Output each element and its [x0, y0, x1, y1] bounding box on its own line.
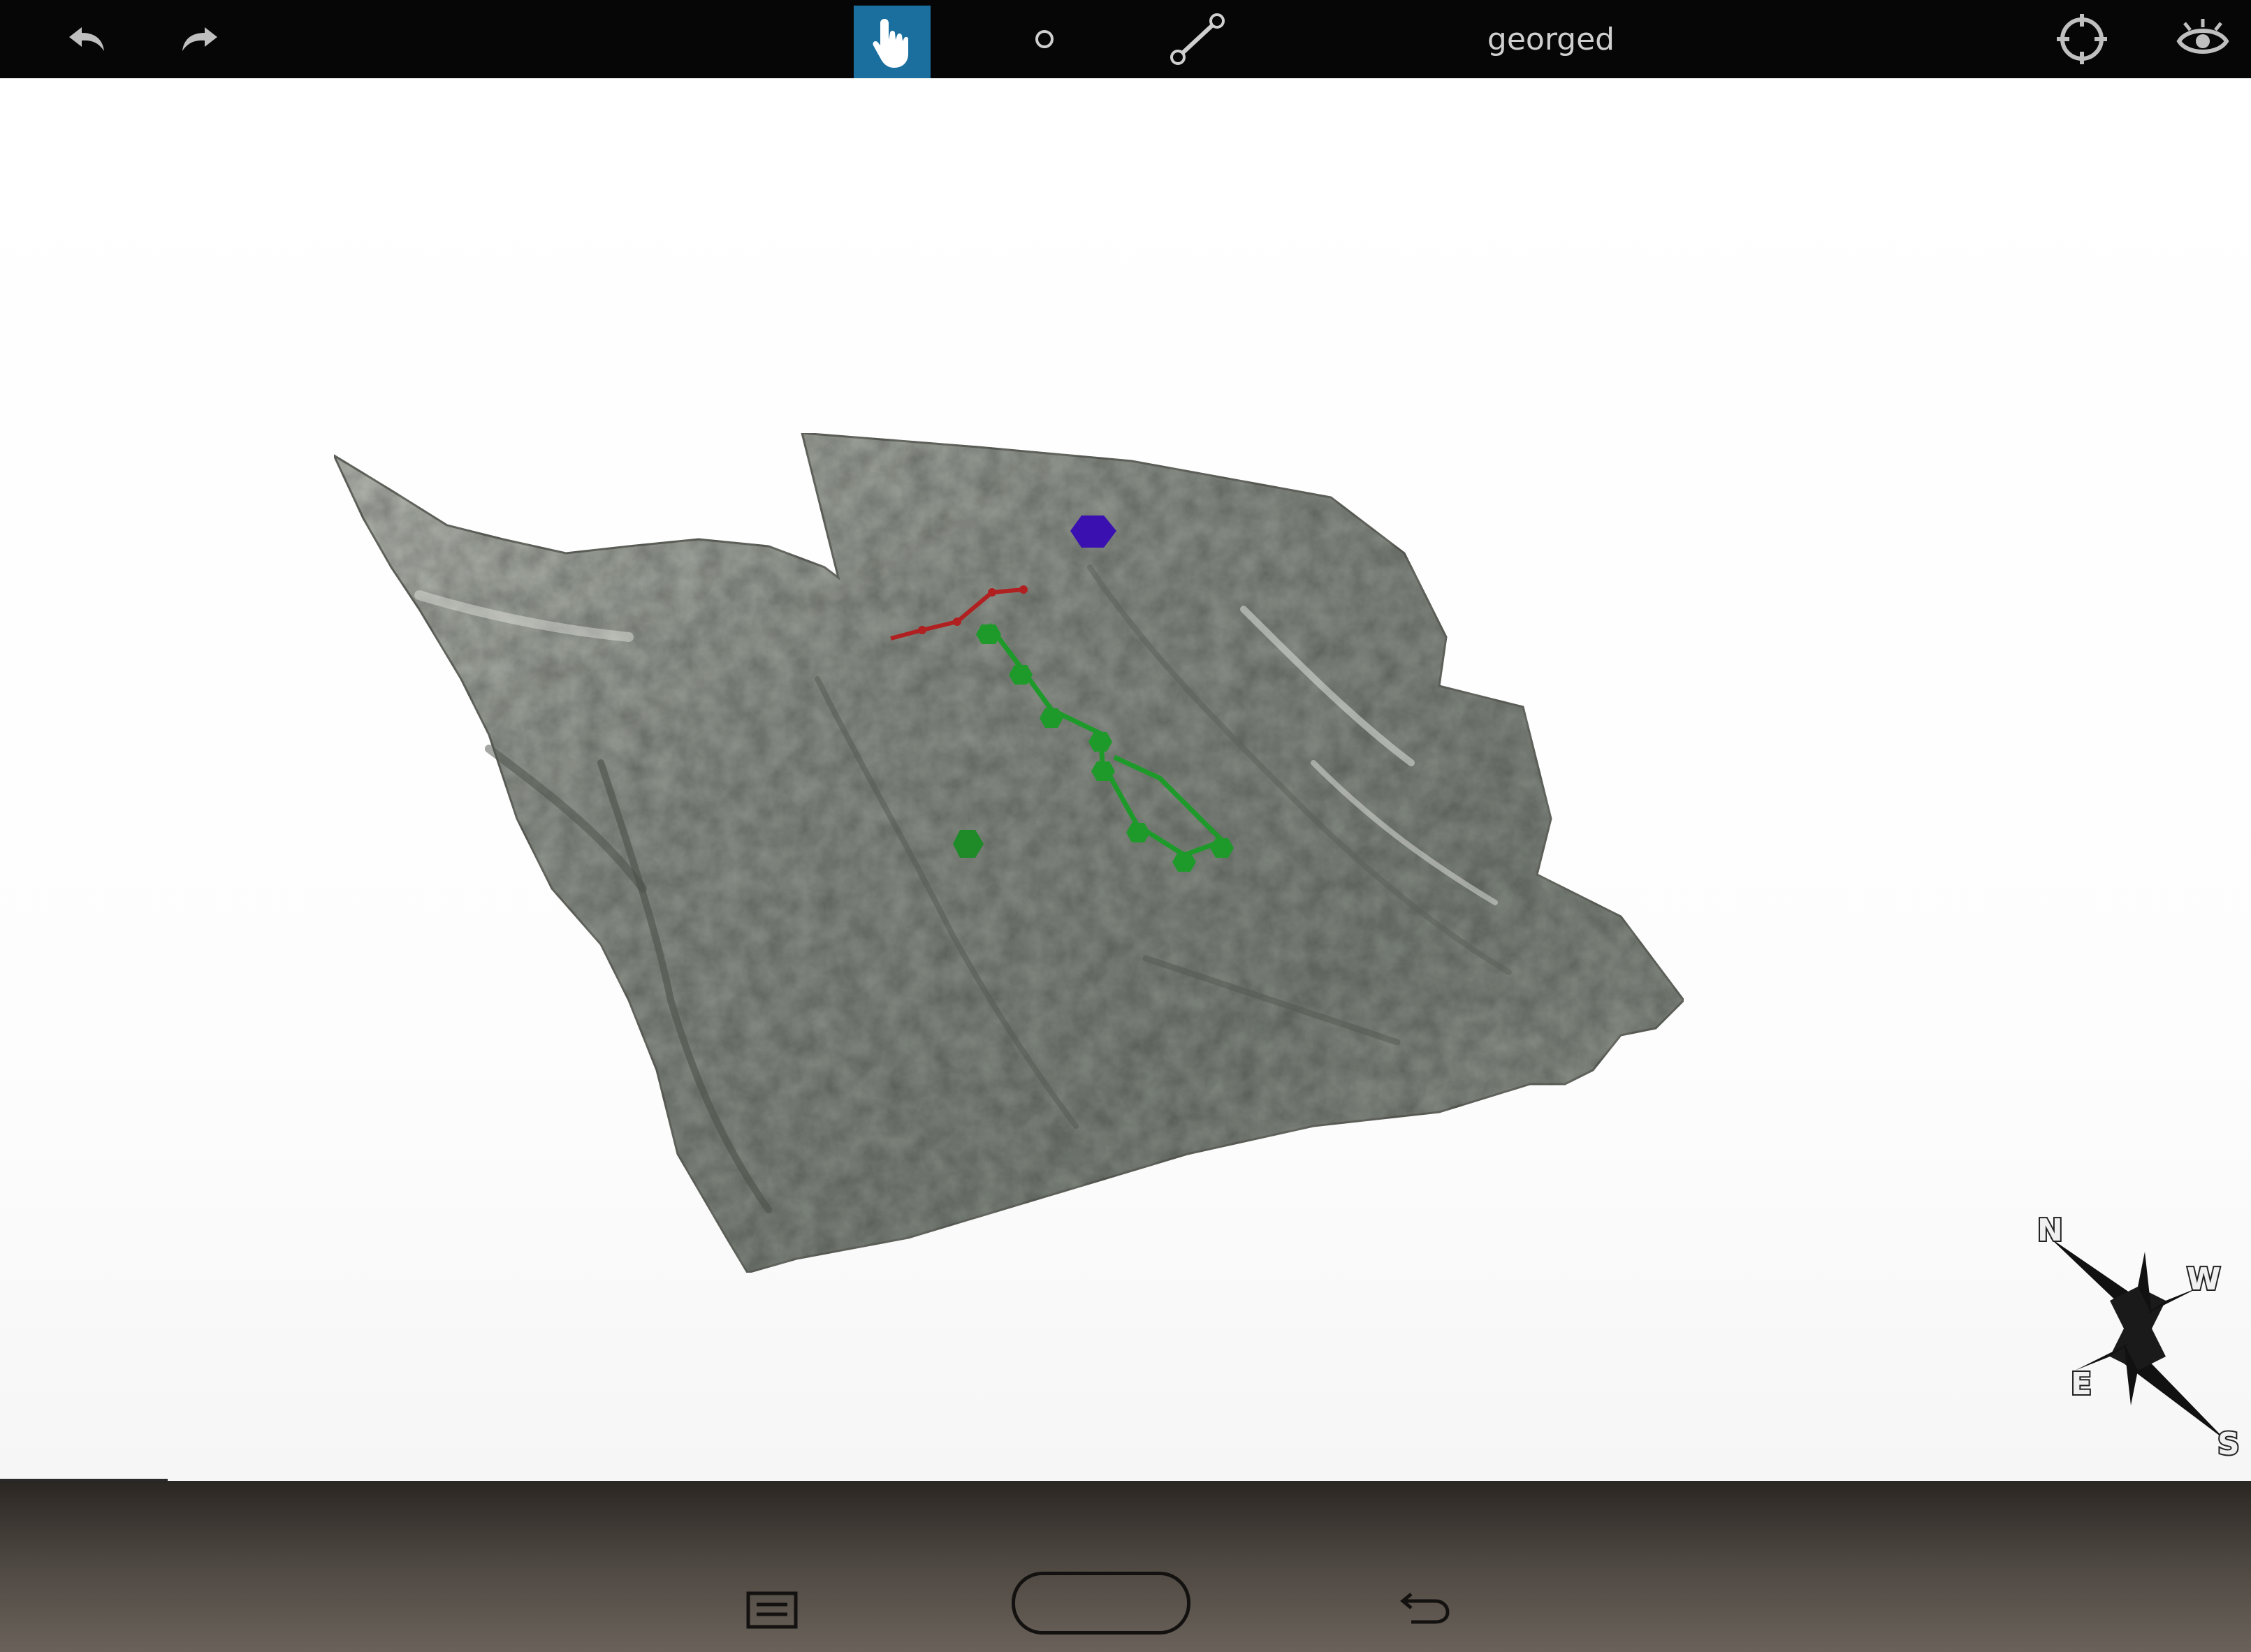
undo-button[interactable]	[49, 0, 126, 78]
compass-rose: N W E S	[2036, 1211, 2241, 1461]
terrain-surface	[331, 432, 1685, 1274]
point-icon	[1035, 30, 1054, 48]
menu-button[interactable]	[741, 1586, 803, 1635]
home-button[interactable]	[1012, 1572, 1190, 1635]
redo-button[interactable]	[161, 0, 238, 78]
undo-icon	[69, 27, 104, 51]
user-name-label: georged	[1487, 21, 1615, 57]
point-tool-button[interactable]	[1006, 0, 1083, 78]
terrain-model[interactable]	[0, 78, 2251, 1481]
top-toolbar: georged	[0, 0, 2251, 80]
device-bezel	[0, 1481, 2251, 1652]
compass-east-label: E	[2071, 1366, 2092, 1402]
eye-icon	[2176, 19, 2229, 54]
map-viewport[interactable]: N W E S	[0, 78, 2251, 1481]
back-button-icon	[1400, 1593, 1450, 1624]
pan-tool-button[interactable]	[854, 6, 931, 80]
recenter-button[interactable]	[2047, 0, 2117, 78]
line-tool-button[interactable]	[1160, 0, 1237, 78]
visibility-button[interactable]	[2164, 0, 2241, 78]
back-button[interactable]	[1390, 1579, 1460, 1635]
line-measure-icon	[1170, 13, 1225, 65]
menu-button-icon	[746, 1591, 798, 1629]
compass-south-label: S	[2217, 1426, 2240, 1461]
crosshair-target-icon	[2057, 14, 2107, 64]
compass-west-label: W	[2187, 1262, 2221, 1297]
hand-pointer-icon	[873, 19, 908, 68]
redo-icon	[182, 27, 217, 51]
compass-north-label: N	[2037, 1213, 2063, 1248]
